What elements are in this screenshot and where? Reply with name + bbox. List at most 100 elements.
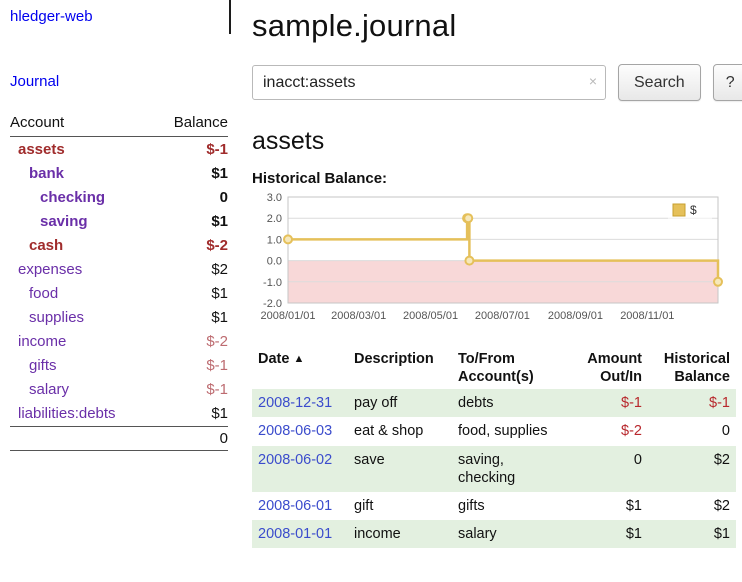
search-button[interactable]: Search: [618, 64, 701, 101]
account-balance: 0: [220, 189, 228, 206]
header-description: Description: [348, 347, 452, 389]
account-link[interactable]: saving: [10, 213, 88, 230]
account-balance: $1: [211, 405, 228, 422]
accounts-total: 0: [10, 426, 228, 451]
register-header-row: Date ▲ Description To/From Account(s) Am…: [252, 347, 736, 389]
account-balance: $2: [211, 261, 228, 278]
clear-search-icon[interactable]: ×: [589, 74, 597, 88]
header-accounts-line1: To/From: [458, 350, 558, 368]
x-axis-tick-label: 2008/03/01: [331, 310, 386, 322]
table-row[interactable]: 2008-06-01giftgifts$1$2: [252, 492, 736, 520]
transaction-description-cell: eat & shop: [348, 417, 452, 445]
search-input-wrapper: ×: [252, 65, 606, 100]
data-point-marker: [284, 235, 292, 243]
header-accounts: To/From Account(s): [452, 347, 564, 389]
search-bar: × Search ?: [252, 64, 742, 101]
account-link[interactable]: gifts: [10, 357, 57, 374]
transaction-date-link[interactable]: 2008-06-03: [258, 423, 332, 439]
transaction-date-link[interactable]: 2008-12-31: [258, 395, 332, 411]
account-link[interactable]: salary: [10, 381, 69, 398]
y-axis-tick-label: 3.0: [267, 192, 282, 204]
app-window: hledger-web Journal Account Balance asse…: [0, 0, 742, 582]
account-balance: $-1: [206, 381, 228, 398]
transaction-date-cell: 2008-12-31: [252, 389, 348, 417]
accounts-header-account: Account: [10, 114, 64, 131]
header-date-label: Date: [258, 351, 289, 367]
transaction-date-cell: 2008-01-01: [252, 520, 348, 548]
account-link[interactable]: cash: [10, 237, 63, 254]
x-axis-tick-label: 2008/07/01: [475, 310, 530, 322]
account-link[interactable]: liabilities:debts: [10, 405, 116, 422]
y-axis-tick-label: 0.0: [267, 256, 282, 268]
transaction-date-link[interactable]: 2008-01-01: [258, 526, 332, 542]
account-balance: $1: [211, 213, 228, 230]
account-link[interactable]: supplies: [10, 309, 84, 326]
table-row[interactable]: 2008-06-02savesaving, checking0$2: [252, 446, 736, 492]
transaction-description-cell: income: [348, 520, 452, 548]
y-axis-tick-label: 1.0: [267, 234, 282, 246]
account-row: food$1: [10, 281, 228, 305]
account-row: saving $1: [10, 209, 228, 233]
header-balance-line1: Historical: [654, 350, 730, 368]
transaction-date-cell: 2008-06-01: [252, 492, 348, 520]
transaction-balance-cell: 0: [648, 417, 736, 445]
table-row[interactable]: 2008-01-01incomesalary$1$1: [252, 520, 736, 548]
account-link[interactable]: food: [10, 285, 58, 302]
legend-swatch: [673, 204, 685, 216]
transaction-date-link[interactable]: 2008-06-01: [258, 498, 332, 514]
transaction-balance-cell: $2: [648, 492, 736, 520]
accounts-list: assets$-1bank$1checking0saving$1cash$-2e…: [10, 137, 228, 425]
transaction-date-link[interactable]: 2008-06-02: [258, 452, 332, 468]
search-input[interactable]: [252, 65, 606, 100]
app-title-link[interactable]: hledger-web: [10, 8, 228, 25]
transaction-amount-cell: $-2: [564, 417, 648, 445]
header-balance-line2: Balance: [654, 368, 730, 386]
transaction-accounts-cell: debts: [452, 389, 564, 417]
accounts-table: Account Balance assets $-1 bank $1 checking 0…: [10, 112, 228, 451]
account-heading: assets: [252, 127, 742, 156]
help-button[interactable]: ?: [713, 64, 742, 101]
register-table: Date ▲ Description To/From Account(s) Am…: [252, 347, 736, 548]
account-link[interactable]: checking: [10, 189, 105, 206]
y-axis-tick-label: 2.0: [267, 213, 282, 225]
account-row: cash$-2: [10, 233, 228, 257]
transaction-amount-cell: $1: [564, 520, 648, 548]
header-amount-line1: Amount: [570, 350, 642, 368]
account-link[interactable]: assets: [10, 141, 65, 158]
accounts-header-balance: Balance: [174, 114, 228, 131]
transaction-date-cell: 2008-06-02: [252, 446, 348, 492]
data-point-marker: [465, 257, 473, 265]
account-link[interactable]: bank: [10, 165, 64, 182]
account-row: assets $-1: [10, 137, 228, 161]
transaction-date-cell: 2008-06-03: [252, 417, 348, 445]
transaction-description-cell: pay off: [348, 389, 452, 417]
account-balance: $1: [211, 165, 228, 182]
account-row: supplies$1: [10, 305, 228, 329]
account-balance: $-1: [206, 141, 228, 158]
account-balance: $-2: [206, 333, 228, 350]
historical-balance-chart: 3.02.01.00.0-1.0-2.02008/01/012008/03/01…: [252, 189, 726, 337]
sidebar: hledger-web Journal Account Balance asse…: [0, 0, 240, 582]
sort-ascending-icon: ▲: [293, 353, 304, 365]
x-axis-tick-label: 2008/01/01: [260, 310, 315, 322]
transaction-amount-cell: 0: [564, 446, 648, 492]
header-date[interactable]: Date ▲: [252, 347, 348, 389]
account-row: gifts $-1: [10, 353, 228, 377]
legend-label: $: [690, 203, 697, 217]
sidebar-item-journal[interactable]: Journal: [10, 73, 228, 90]
account-balance: $-1: [206, 357, 228, 374]
account-link[interactable]: expenses: [10, 261, 82, 278]
table-row[interactable]: 2008-12-31pay offdebts$-1$-1: [252, 389, 736, 417]
transaction-balance-cell: $1: [648, 520, 736, 548]
account-row: liabilities:debts $1: [10, 401, 228, 425]
account-row: bank $1: [10, 161, 228, 185]
account-row: salary $-1: [10, 377, 228, 401]
chart-title: Historical Balance:: [252, 170, 742, 187]
transaction-description-cell: save: [348, 446, 452, 492]
account-row: income $-2: [10, 329, 228, 353]
table-row[interactable]: 2008-06-03eat & shopfood, supplies$-20: [252, 417, 736, 445]
account-link[interactable]: income: [10, 333, 66, 350]
x-axis-tick-label: 2008/05/01: [403, 310, 458, 322]
data-point-marker: [464, 214, 472, 222]
transaction-balance-cell: $-1: [648, 389, 736, 417]
